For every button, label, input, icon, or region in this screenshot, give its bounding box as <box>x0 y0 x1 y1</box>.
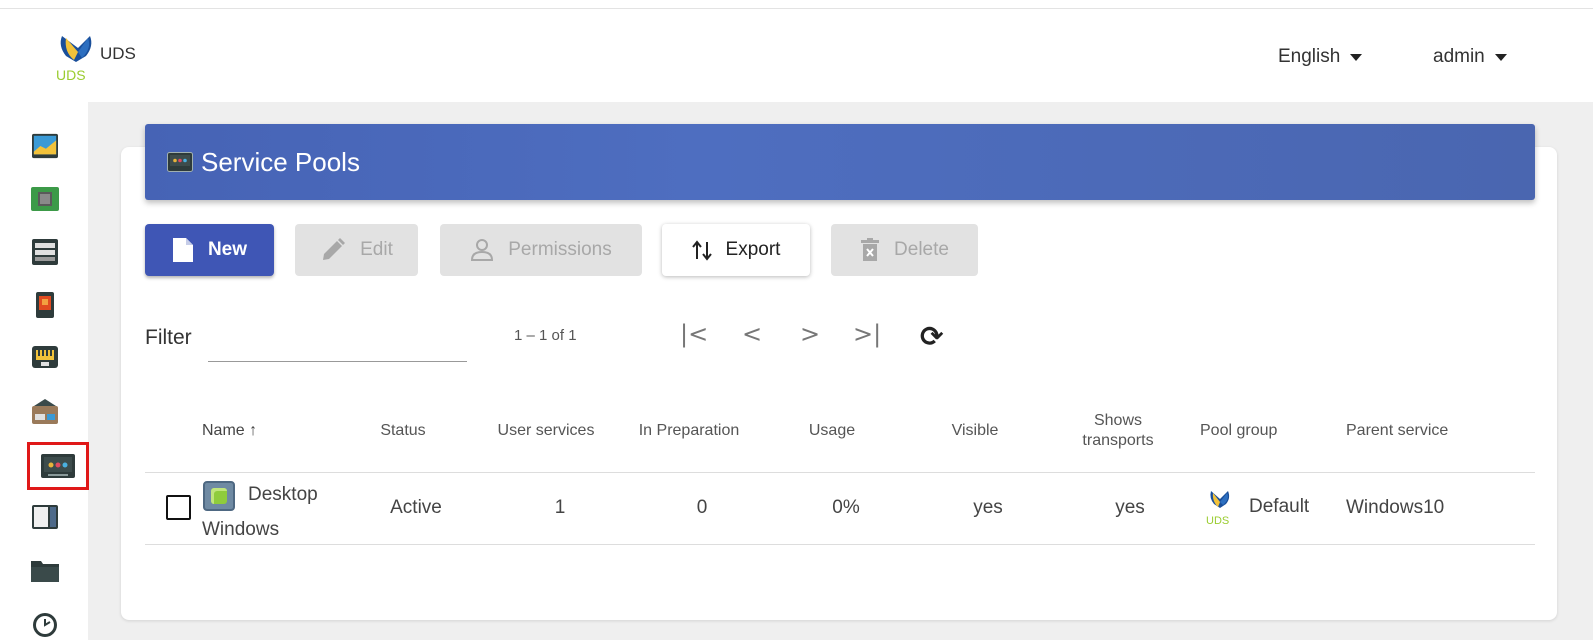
column-header-shows-transports[interactable]: Shows transports <box>1068 411 1168 451</box>
services-icon <box>31 187 59 211</box>
sidebar-item-pool-groups[interactable] <box>28 553 62 587</box>
caret-down-icon <box>1350 53 1363 61</box>
row-pool-group: Default <box>1249 496 1310 517</box>
row-usage: 0% <box>832 497 860 518</box>
app-header: UDS UDS English admin <box>0 10 1593 102</box>
row-in-preparation: 0 <box>696 497 708 518</box>
prev-page-button[interactable]: < <box>742 320 762 348</box>
delete-button-label: Delete <box>894 239 949 260</box>
sidebar-item-service-pools[interactable] <box>27 442 89 490</box>
row-checkbox[interactable] <box>166 495 191 520</box>
top-divider <box>0 8 1593 9</box>
header-divider <box>145 472 1535 473</box>
column-header-visible[interactable]: Visible <box>940 421 1010 441</box>
network-icon <box>32 399 58 424</box>
sidebar-item-networks[interactable] <box>28 394 62 428</box>
brand[interactable]: UDS UDS <box>52 32 136 83</box>
network-port-icon <box>32 346 58 368</box>
sidebar-item-transports[interactable] <box>28 341 62 375</box>
clock-icon <box>33 613 57 637</box>
sidebar-item-os-managers[interactable] <box>28 288 62 322</box>
row-parent-service: Windows10 <box>1346 497 1445 518</box>
row-visible: yes <box>973 497 1003 518</box>
service-pools-icon <box>41 454 75 478</box>
sidebar-item-meta-pools[interactable] <box>28 500 62 534</box>
caret-down-icon <box>1494 53 1507 61</box>
permissions-button[interactable]: Permissions <box>440 224 642 276</box>
first-page-button[interactable]: |< <box>680 320 708 348</box>
row-user-services: 1 <box>554 497 566 518</box>
logo-text: UDS <box>56 67 86 82</box>
trash-icon <box>861 238 880 261</box>
pool-group-logo-text: UDS <box>1206 515 1229 526</box>
new-button-label: New <box>207 239 248 260</box>
edit-button[interactable]: Edit <box>295 224 418 276</box>
column-header-usage[interactable]: Usage <box>800 421 864 441</box>
row-divider <box>145 544 1535 545</box>
vm-icon <box>203 481 235 511</box>
edit-button-label: Edit <box>360 239 393 260</box>
column-header-name[interactable]: Name ↑ <box>202 421 257 441</box>
filter-input[interactable] <box>208 322 467 362</box>
sidebar-item-authenticators[interactable] <box>28 235 62 269</box>
column-header-user-services[interactable]: User services <box>488 421 604 441</box>
row-name-line2: Windows <box>202 519 280 540</box>
next-page-button[interactable]: > <box>800 320 820 348</box>
last-page-button[interactable]: >| <box>853 320 881 348</box>
brand-name: UDS <box>100 44 136 63</box>
sidebar-item-dashboard[interactable] <box>28 129 62 163</box>
pencil-icon <box>323 238 346 260</box>
language-label: English <box>1278 46 1341 67</box>
new-button[interactable]: New <box>145 224 274 276</box>
column-header-status[interactable]: Status <box>370 421 436 441</box>
sidebar-item-calendars[interactable] <box>28 606 62 640</box>
export-button-label: Export <box>725 239 781 260</box>
page-title: Service Pools <box>201 146 360 177</box>
user-name: admin <box>1433 46 1485 67</box>
sort-arrows-icon <box>691 240 712 261</box>
row-shows-transports: yes <box>1115 497 1145 518</box>
language-dropdown[interactable]: English <box>1278 46 1363 68</box>
os-manager-icon <box>36 292 54 318</box>
column-header-in-preparation[interactable]: In Preparation <box>630 421 748 441</box>
sidebar-item-services[interactable] <box>28 182 62 216</box>
permissions-button-label: Permissions <box>508 239 612 260</box>
person-icon <box>471 239 494 261</box>
row-status: Active <box>390 497 442 518</box>
new-file-icon <box>172 238 193 262</box>
refresh-button[interactable]: ⟳ <box>920 320 943 353</box>
service-pools-icon <box>167 152 193 172</box>
folder-icon <box>31 561 59 582</box>
column-header-parent-service[interactable]: Parent service <box>1346 421 1466 441</box>
meta-pools-icon <box>32 505 58 529</box>
card-header: Service Pools <box>145 124 1535 200</box>
pagination-range: 1 – 1 of 1 <box>514 327 577 344</box>
column-header-pool-group[interactable]: Pool group <box>1200 421 1290 441</box>
dashboard-icon <box>32 133 58 159</box>
row-name-line1: Desktop <box>248 484 318 505</box>
sidebar <box>0 102 89 640</box>
filter-label: Filter <box>145 326 192 349</box>
export-button[interactable]: Export <box>662 224 810 276</box>
uds-logo-icon: UDS <box>1206 491 1229 526</box>
delete-button[interactable]: Delete <box>831 224 978 276</box>
server-icon <box>32 239 58 265</box>
service-pools-card <box>121 147 1557 620</box>
user-menu[interactable]: admin <box>1433 46 1507 68</box>
column-header-shows-transports-line1: Shows <box>1093 412 1143 429</box>
column-header-shows-transports-line2: transports <box>1082 432 1154 449</box>
uds-logo-icon: UDS <box>52 32 100 83</box>
